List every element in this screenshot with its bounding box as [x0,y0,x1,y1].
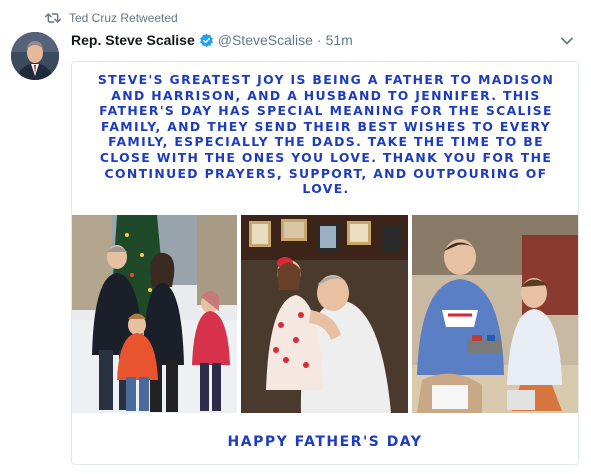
tweet-message-text: STEVE'S GREATEST JOY IS BEING A FATHER T… [97,72,555,197]
chevron-down-icon[interactable] [560,34,574,48]
footer-caption: HAPPY FATHER'S DAY [227,434,423,450]
display-name[interactable]: Rep. Steve Scalise [71,32,195,48]
retweet-context: Ted Cruz Retweeted [45,9,178,27]
retweeter-link[interactable]: Ted Cruz Retweeted [69,11,178,25]
avatar[interactable] [11,32,59,80]
retweet-icon [45,13,61,23]
father-son-lego-photo [412,215,578,413]
family-photo-ice-rink [72,215,237,413]
tweet-header: Rep. Steve Scalise @SteveScalise · 51m [71,30,353,50]
tweet-timestamp[interactable]: 51m [326,32,353,48]
father-daughter-hug-photo [241,215,408,413]
photo-collage [72,215,578,413]
user-handle[interactable]: @SteveScalise [218,32,313,48]
tweet-media-card[interactable]: STEVE'S GREATEST JOY IS BEING A FATHER T… [71,61,579,465]
separator-dot: · [316,32,322,48]
verified-badge-icon [199,33,213,47]
